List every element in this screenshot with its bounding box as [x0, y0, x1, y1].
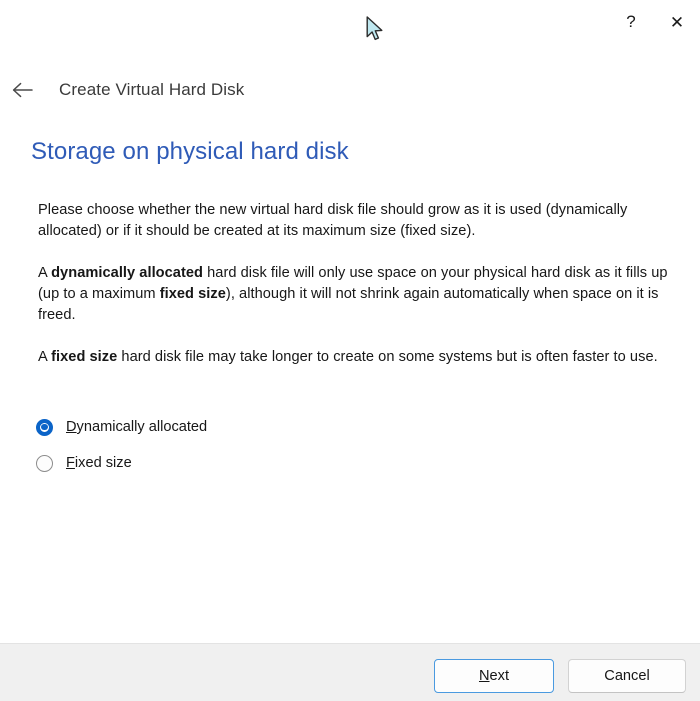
radio-selected-icon[interactable]: [36, 419, 53, 436]
emphasis-text: fixed size: [51, 349, 117, 365]
radio-unselected-icon[interactable]: [36, 455, 53, 472]
accelerator-letter: N: [479, 668, 490, 684]
storage-type-radio-group: Dynamically allocated Fixed size: [36, 414, 436, 486]
close-icon: ✕: [670, 13, 684, 33]
back-button[interactable]: [4, 71, 42, 109]
label-rest: ext: [490, 668, 509, 684]
body-text: A: [38, 349, 51, 365]
paragraph-dynamic-explanation: A dynamically allocated hard disk file w…: [38, 263, 684, 326]
cancel-button[interactable]: Cancel: [568, 659, 686, 693]
question-mark-icon: ?: [626, 12, 635, 32]
help-button[interactable]: ?: [608, 0, 654, 46]
dialog-footer: Next Cancel: [0, 643, 700, 701]
radio-label-dynamically-allocated: Dynamically allocated: [66, 419, 207, 435]
footer-button-bar: Next Cancel: [434, 659, 686, 693]
cancel-button-label: Cancel: [604, 668, 649, 684]
window-caption-bar: ? ✕: [0, 0, 700, 46]
body-text: hard disk file may take longer to create…: [117, 349, 657, 365]
arrow-left-icon: [11, 81, 35, 99]
page-body: Please choose whether the new virtual ha…: [38, 200, 684, 389]
emphasis-text: dynamically allocated: [51, 265, 203, 281]
body-text: A: [38, 265, 51, 281]
paragraph-intro: Please choose whether the new virtual ha…: [38, 200, 684, 242]
label-rest: ixed size: [75, 455, 132, 471]
emphasis-text: fixed size: [160, 286, 226, 302]
label-rest: ynamically allocated: [77, 419, 208, 435]
radio-dynamically-allocated[interactable]: Dynamically allocated: [36, 414, 436, 440]
wizard-nav-row: Create Virtual Hard Disk: [0, 68, 700, 112]
page-title: Storage on physical hard disk: [31, 138, 349, 166]
accelerator-letter: D: [66, 419, 77, 435]
wizard-title: Create Virtual Hard Disk: [59, 80, 244, 100]
paragraph-fixed-explanation: A fixed size hard disk file may take lon…: [38, 347, 684, 368]
window-control-buttons: ? ✕: [608, 0, 700, 46]
accelerator-letter: F: [66, 455, 75, 471]
radio-label-fixed-size: Fixed size: [66, 455, 132, 471]
next-button[interactable]: Next: [434, 659, 554, 693]
body-text: Please choose whether the new virtual ha…: [38, 202, 627, 239]
close-button[interactable]: ✕: [654, 0, 700, 46]
radio-fixed-size[interactable]: Fixed size: [36, 450, 436, 476]
